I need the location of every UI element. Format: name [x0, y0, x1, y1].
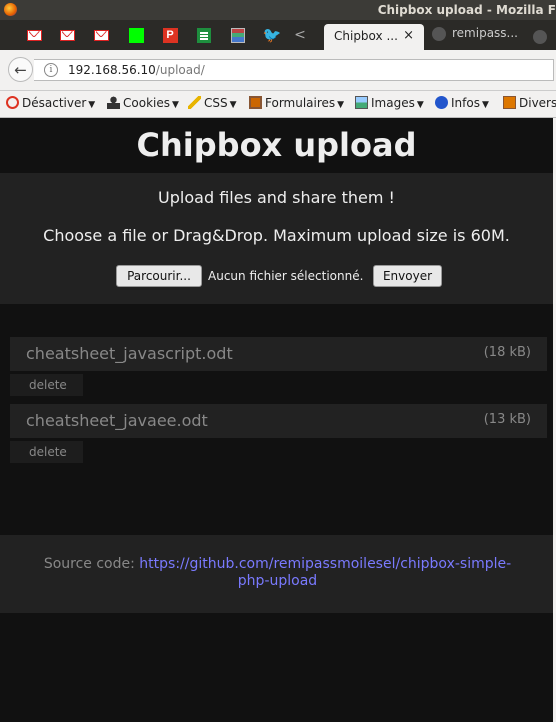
chevron-down-icon: ▼	[229, 100, 237, 110]
toolbar-cookies-menu[interactable]: Cookies ▼	[107, 96, 179, 110]
p-logo-icon: P	[162, 27, 178, 43]
firefox-icon	[4, 3, 17, 16]
url-host: 192.168.56.10	[68, 63, 156, 77]
page-content: Chipbox upload Upload files and share th…	[0, 118, 553, 720]
url-text: 192.168.56.10/upload/	[68, 63, 205, 77]
book-icon	[503, 96, 516, 109]
pinned-tab-sheets[interactable]	[194, 25, 214, 45]
tab-github[interactable]: remipass...	[432, 26, 518, 48]
page-title: Chipbox upload	[136, 126, 417, 164]
toolbar-infos-menu[interactable]: Infos ▼	[435, 96, 489, 110]
gmail-icon	[26, 29, 42, 41]
no-file-label: Aucun fichier sélectionné.	[208, 269, 364, 283]
submit-button[interactable]: Envoyer	[373, 265, 442, 287]
chevron-down-icon: ▼	[171, 100, 179, 110]
toolbar-label: Infos	[451, 96, 480, 110]
calendar-icon	[231, 27, 245, 43]
gmail-icon	[59, 29, 75, 41]
image-icon	[355, 96, 368, 109]
green-square-icon	[128, 27, 144, 43]
github-icon	[533, 29, 547, 44]
toolbar-css-menu[interactable]: CSS ▼	[188, 96, 237, 110]
pinned-tab-gmail-2[interactable]	[57, 25, 77, 45]
toolbar-label: CSS	[204, 96, 228, 110]
delete-button[interactable]: delete	[10, 441, 83, 463]
toolbar-label: Divers	[519, 96, 556, 110]
file-name[interactable]: cheatsheet_javascript.odt	[26, 344, 233, 363]
tab-bar: P 🐦 < Chipbox ... × remipass...	[0, 20, 556, 50]
toolbar-forms-menu[interactable]: Formulaires ▼	[249, 96, 344, 110]
browse-button[interactable]: Parcourir...	[116, 265, 202, 287]
person-icon	[107, 96, 120, 109]
tab-github-2[interactable]	[533, 26, 553, 45]
toolbar-label: Cookies	[123, 96, 170, 110]
url-path: /upload/	[155, 63, 205, 77]
clipboard-icon	[249, 96, 262, 109]
spreadsheet-icon	[197, 27, 211, 43]
toolbar-label: Désactiver	[22, 96, 87, 110]
footer: Source code: https://github.com/remipass…	[0, 535, 553, 613]
close-tab-icon[interactable]: ×	[403, 28, 414, 43]
file-size: (18 kB)	[483, 345, 531, 360]
footer-text: Source code: https://github.com/remipass…	[36, 556, 519, 590]
back-button[interactable]: ←	[8, 57, 33, 82]
info-circle-icon	[435, 96, 448, 109]
file-size: (13 kB)	[483, 412, 531, 427]
pinned-tab-gmail-1[interactable]	[24, 25, 44, 45]
upload-panel[interactable]: Upload files and share them ! Choose a f…	[0, 173, 553, 304]
pinned-tab-green[interactable]	[126, 25, 146, 45]
source-code-label: Source code:	[43, 556, 135, 572]
toolbar-disable-menu[interactable]: Désactiver ▼	[6, 96, 95, 110]
chevron-down-icon: ▼	[337, 100, 345, 110]
pencil-icon	[188, 96, 201, 109]
delete-button[interactable]: delete	[10, 374, 83, 396]
upload-intro: Upload files and share them !	[158, 188, 395, 207]
chevron-down-icon: ▼	[416, 100, 424, 110]
tab-scroll-left[interactable]: <	[290, 25, 310, 45]
webdev-toolbar: Désactiver ▼ Cookies ▼ CSS ▼ Formulaires ▼ I…	[0, 91, 556, 118]
pinned-tab-gmail-3[interactable]	[91, 25, 111, 45]
tab-label: remipass...	[452, 26, 518, 40]
window-titlebar: Chipbox upload - Mozilla F	[0, 0, 556, 20]
pinned-tab-twitter[interactable]: 🐦	[262, 25, 282, 45]
window-title: Chipbox upload - Mozilla F	[377, 3, 556, 17]
pinned-tab-calc[interactable]	[228, 25, 248, 45]
file-name[interactable]: cheatsheet_javaee.odt	[26, 411, 208, 430]
toolbar-misc-menu[interactable]: Divers	[503, 96, 556, 110]
chevron-down-icon: ▼	[88, 100, 96, 110]
upload-instructions: Choose a file or Drag&Drop. Maximum uplo…	[43, 226, 510, 245]
forbidden-icon	[6, 96, 19, 109]
arrow-left-icon: ←	[14, 60, 27, 79]
pinned-tab-pocket[interactable]: P	[160, 25, 180, 45]
tab-chipbox[interactable]: Chipbox ... ×	[324, 24, 424, 50]
url-bar[interactable]: i 192.168.56.10/upload/	[34, 59, 554, 81]
chevron-down-icon: ▼	[481, 100, 489, 110]
toolbar-images-menu[interactable]: Images ▼	[355, 96, 424, 110]
toolbar-label: Images	[371, 96, 415, 110]
navigation-bar: ← i 192.168.56.10/upload/	[0, 50, 556, 91]
gmail-icon	[93, 29, 109, 41]
twitter-icon: 🐦	[262, 25, 282, 44]
github-icon	[432, 26, 446, 41]
source-code-link[interactable]: https://github.com/remipassmoilesel/chip…	[139, 556, 511, 589]
info-icon[interactable]: i	[44, 63, 58, 77]
chevron-left-icon: <	[294, 27, 306, 43]
file-row[interactable]: cheatsheet_javaee.odt (13 kB)	[10, 404, 547, 438]
tab-label: Chipbox ...	[334, 29, 398, 43]
file-row[interactable]: cheatsheet_javascript.odt (18 kB)	[10, 337, 547, 371]
toolbar-label: Formulaires	[265, 96, 336, 110]
